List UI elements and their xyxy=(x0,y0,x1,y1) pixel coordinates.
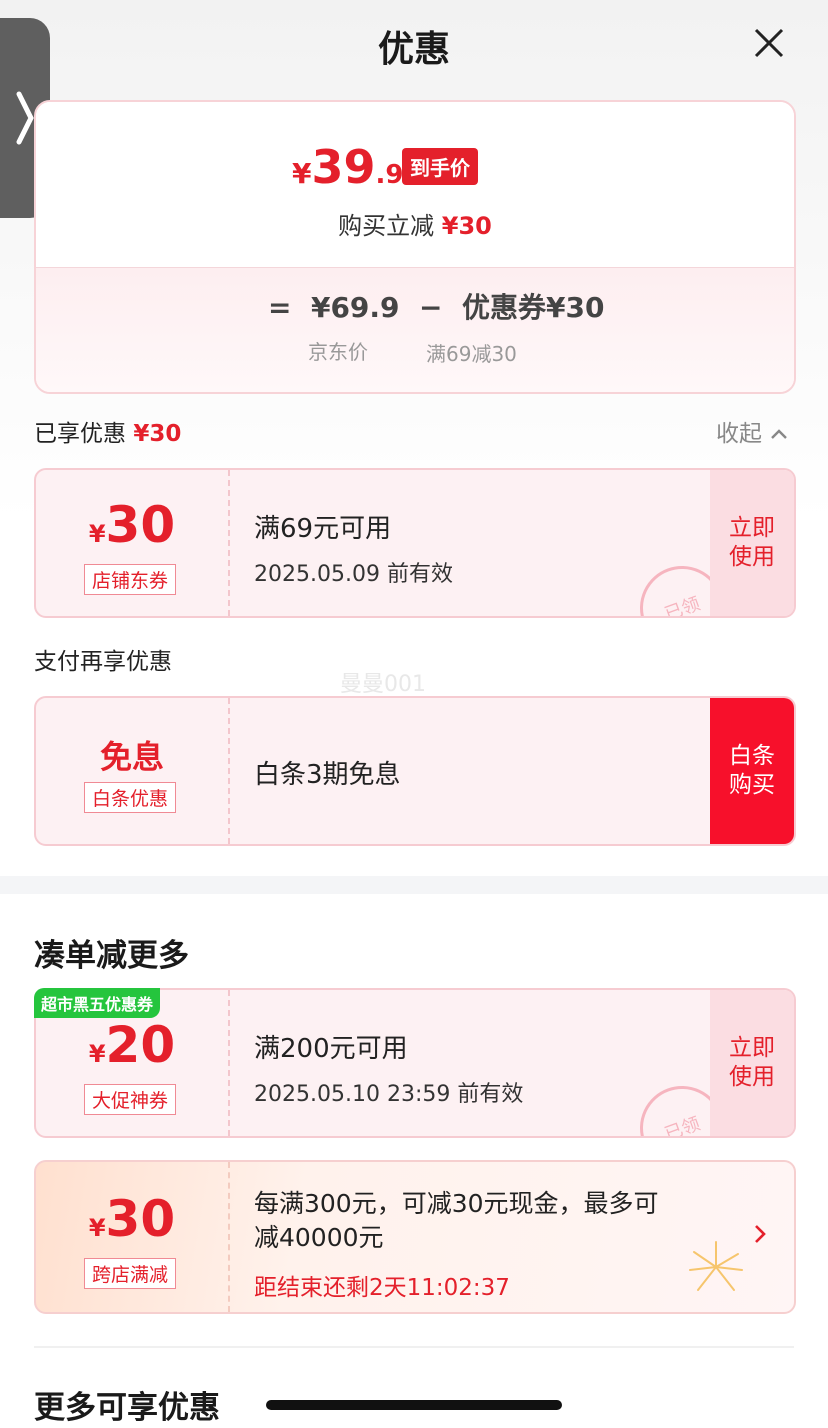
section-divider xyxy=(0,876,828,894)
coupon-desc-line1: 每满300元，可减30元现金，最多可 xyxy=(254,1189,659,1218)
page-title: 优惠 xyxy=(377,29,450,70)
chevron-up-icon xyxy=(771,429,788,439)
coupon-condition: 满69元可用 xyxy=(254,514,392,544)
coupon-amount: ¥20 xyxy=(88,1016,176,1074)
coupon-baitiao[interactable]: 免息 白条优惠 白条3期免息 白条 购买 xyxy=(34,696,796,846)
firework-decoration-icon xyxy=(689,1241,743,1291)
coupon-caption: 满69减30 xyxy=(426,342,517,366)
more-benefits-title: 更多可享优惠 xyxy=(34,1390,220,1426)
separator-line xyxy=(34,1346,794,1348)
use-now-button[interactable]: 立即 使用 xyxy=(710,990,794,1136)
watermark: 曼曼001 xyxy=(340,672,426,697)
home-indicator[interactable] xyxy=(266,1400,562,1410)
enjoyed-discount-label: 已享优惠 ¥30 xyxy=(34,421,182,447)
coupon-amount: ¥30 xyxy=(88,496,176,554)
collapse-button[interactable]: 收起 xyxy=(716,414,789,448)
coupon-desc-line2: 减40000元 xyxy=(254,1223,384,1252)
promo-tag: 超市黑五优惠券 xyxy=(34,988,161,1018)
price-summary-card: ¥39.9 到手价 购买立减 ¥30 = ¥69.9 − 优惠券¥30 京东价 … xyxy=(34,100,796,394)
coupon-badge: 店铺东券 xyxy=(84,564,176,595)
price-equation: = ¥69.9 − 优惠券¥30 xyxy=(268,291,605,324)
baitiao-buy-button[interactable]: 白条 购买 xyxy=(710,698,794,844)
more-discount-title: 凑单减更多 xyxy=(34,938,189,974)
price-breakdown: = ¥69.9 − 优惠券¥30 京东价 满69减30 xyxy=(36,267,794,392)
coupon-validity: 2025.05.10 23:59 前有效 xyxy=(254,1082,524,1107)
coupon-cross-store[interactable]: ¥30 跨店满减 每满300元，可减30元现金，最多可 减40000元 距结束还… xyxy=(34,1160,796,1314)
coupon-badge: 大促神券 xyxy=(84,1084,176,1115)
coupon-validity: 2025.05.09 前有效 xyxy=(254,562,453,587)
pay-discount-label: 支付再享优惠 xyxy=(34,649,172,675)
coupon-badge: 白条优惠 xyxy=(84,782,176,813)
price-summary-top: ¥39.9 到手价 购买立减 ¥30 xyxy=(36,102,794,267)
coupon-badge: 跨店满减 xyxy=(84,1258,176,1289)
orig-price-caption: 京东价 xyxy=(308,340,368,364)
baitiao-title: 免息 xyxy=(99,738,164,776)
use-now-button[interactable]: 立即 使用 xyxy=(710,470,794,616)
baitiao-desc: 白条3期免息 xyxy=(254,760,401,790)
countdown: 距结束还剩2天11:02:37 xyxy=(254,1275,510,1301)
final-price-tag: 到手价 xyxy=(402,148,478,185)
final-price: ¥39.9 xyxy=(292,140,404,194)
coupon-condition: 满200元可用 xyxy=(254,1034,408,1064)
coupon-store[interactable]: ¥30 店铺东券 满69元可用 2025.05.09 前有效 已领 立即 使用 xyxy=(34,468,796,618)
coupon-amount: ¥30 xyxy=(88,1190,176,1248)
reduce-line: 购买立减 ¥30 xyxy=(338,212,492,240)
close-icon[interactable] xyxy=(752,26,786,60)
